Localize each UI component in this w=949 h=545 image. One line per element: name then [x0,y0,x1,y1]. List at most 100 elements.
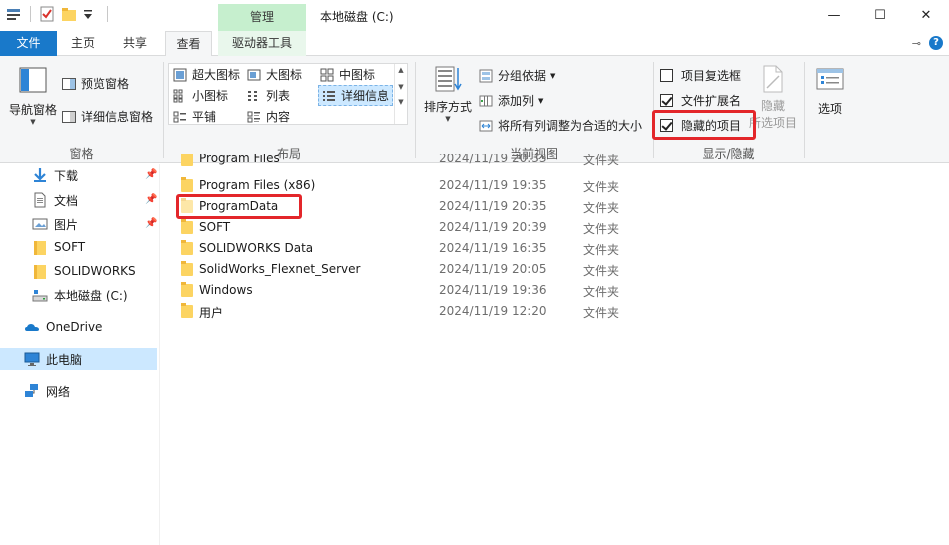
help-icon[interactable]: ? [929,36,943,50]
nav-item-label: 图片 [54,217,79,232]
nav-item-solidworks[interactable]: SOLIDWORKS [32,260,136,282]
small-icons-icon [173,89,187,103]
nav-item-onedrive[interactable]: OneDrive [24,316,102,338]
nav-pane-label: 导航窗格 [8,103,57,117]
size-all-columns-button[interactable]: 将所有列调整为合适的大小 [479,117,642,134]
layout-label: 内容 [266,110,291,124]
layout-small-icons[interactable]: 小图标 [173,87,228,104]
nav-item-pictures[interactable]: 图片 [32,213,78,235]
layout-extra-large-icons[interactable]: 超大图标 [173,66,240,83]
nav-item-label: 本地磁盘 (C:) [54,288,128,303]
file-date: 2024/11/19 20:33 [439,154,547,165]
nav-item-documents[interactable]: 文档 [32,189,78,211]
file-type: 文件夹 [583,222,620,236]
sort-by-button[interactable]: 排序方式 ▼ [422,64,474,123]
layout-medium-icons[interactable]: 中图标 [320,66,375,83]
hide-selected-icon [763,65,783,93]
nav-item-network[interactable]: 网络 [24,380,70,402]
table-row[interactable]: Program Files 2024/11/19 20:33 文件夹 [160,154,949,172]
file-extensions-checkbox[interactable] [660,94,673,107]
options-button[interactable]: 选项 [810,66,850,117]
layout-tiles[interactable]: 平铺 [173,108,216,125]
file-date: 2024/11/19 20:05 [439,262,547,276]
details-pane-button[interactable]: 详细信息窗格 [62,108,153,125]
customize-toolbar-icon[interactable] [83,6,99,22]
table-row[interactable]: SOFT 2024/11/19 20:39 文件夹 [160,217,949,238]
new-folder-icon[interactable] [61,6,77,22]
nav-pane-icon [19,67,47,93]
scroll-up-icon[interactable]: ▲ [395,66,407,74]
context-tab-manage[interactable]: 管理 [218,4,306,31]
size-all-columns-label: 将所有列调整为合适的大小 [498,119,643,133]
nav-item-label: OneDrive [46,320,103,334]
file-type: 文件夹 [583,285,620,299]
tab-share[interactable]: 共享 [112,31,158,56]
pin-icon[interactable]: 📌 [145,218,157,229]
file-type: 文件夹 [583,201,620,215]
sort-by-label: 排序方式 [423,100,472,114]
folder-icon [181,154,193,166]
add-columns-button[interactable]: 添加列 ▼ [479,92,543,109]
file-name: Program Files (x86) [199,178,316,192]
file-type: 文件夹 [583,306,620,320]
layout-gallery-scroll[interactable]: ▲ ▼ ▼ [394,64,407,124]
file-extensions-toggle[interactable]: 文件扩展名 [660,92,741,109]
item-checkboxes-toggle[interactable]: 项目复选框 [660,67,741,84]
toolbar-divider [107,6,108,22]
table-row[interactable]: Program Files (x86) 2024/11/19 19:35 文件夹 [160,175,949,196]
ribbon-view: 导航窗格 ▼ 预览窗格 详细信息窗格 窗格 超大图标 大图标 中图标 小图标 列… [0,56,949,163]
options-icon [816,68,844,90]
nav-pane-button[interactable]: 导航窗格 ▼ [6,66,60,126]
checklist-icon[interactable] [39,6,55,22]
preview-pane-button[interactable]: 预览窗格 [62,75,129,92]
table-row[interactable]: 用户 2024/11/19 12:20 文件夹 [160,301,949,322]
file-name: SolidWorks_Flexnet_Server [199,262,361,276]
layout-label: 超大图标 [192,68,241,82]
table-row[interactable]: SolidWorks_Flexnet_Server 2024/11/19 20:… [160,259,949,280]
layout-label: 小图标 [192,89,229,103]
tab-file[interactable]: 文件 [0,31,57,56]
table-row[interactable]: SOLIDWORKS Data 2024/11/19 16:35 文件夹 [160,238,949,259]
tab-drive-tools[interactable]: 驱动器工具 [218,31,306,56]
layout-details[interactable]: 详细信息 [318,85,394,106]
table-row[interactable]: Windows 2024/11/19 19:36 文件夹 [160,280,949,301]
nav-item-downloads[interactable]: 下载 [32,164,78,186]
nav-item-this-pc[interactable]: 此电脑 [0,348,157,370]
nav-item-label: 此电脑 [46,352,83,367]
file-date: 2024/11/19 20:39 [439,220,547,234]
layout-large-icons[interactable]: 大图标 [247,66,302,83]
file-date: 2024/11/19 19:35 [439,178,547,192]
pin-ribbon-icon[interactable]: ⊸ [912,37,921,50]
properties-icon[interactable] [6,6,22,22]
download-icon [32,167,48,183]
pin-icon[interactable]: 📌 [145,169,157,180]
scroll-down-icon[interactable]: ▼ [395,83,407,91]
item-checkboxes-checkbox[interactable] [660,69,673,82]
layout-label: 详细信息 [341,89,390,103]
file-extensions-label: 文件扩展名 [681,94,742,108]
layout-list[interactable]: 列表 [247,87,290,104]
close-button[interactable]: ✕ [903,0,949,31]
nav-item-local-disk-c[interactable]: 本地磁盘 (C:) [32,284,128,306]
tab-view[interactable]: 查看 [165,31,212,57]
group-divider [163,62,164,158]
maximize-button[interactable]: ☐ [857,0,903,31]
file-date: 2024/11/19 16:35 [439,241,547,255]
computer-icon [24,351,40,367]
group-by-button[interactable]: 分组依据 ▼ [479,67,555,84]
toolbar-divider [30,6,31,22]
nav-item-soft[interactable]: SOFT [32,236,85,258]
pin-icon[interactable]: 📌 [145,194,157,205]
picture-icon [32,216,48,232]
folder-icon [181,282,193,297]
dropdown-arrow-icon: ▼ [550,71,556,80]
expand-gallery-icon[interactable]: ▼ [395,98,407,106]
details-pane-icon [62,110,76,124]
tab-home[interactable]: 主页 [62,31,104,56]
programdata-highlight [176,194,302,219]
nav-item-label: 网络 [46,384,71,399]
group-by-icon [479,69,493,83]
layout-content[interactable]: 内容 [247,108,290,125]
minimize-button[interactable]: — [811,0,857,31]
layout-label: 列表 [266,89,291,103]
